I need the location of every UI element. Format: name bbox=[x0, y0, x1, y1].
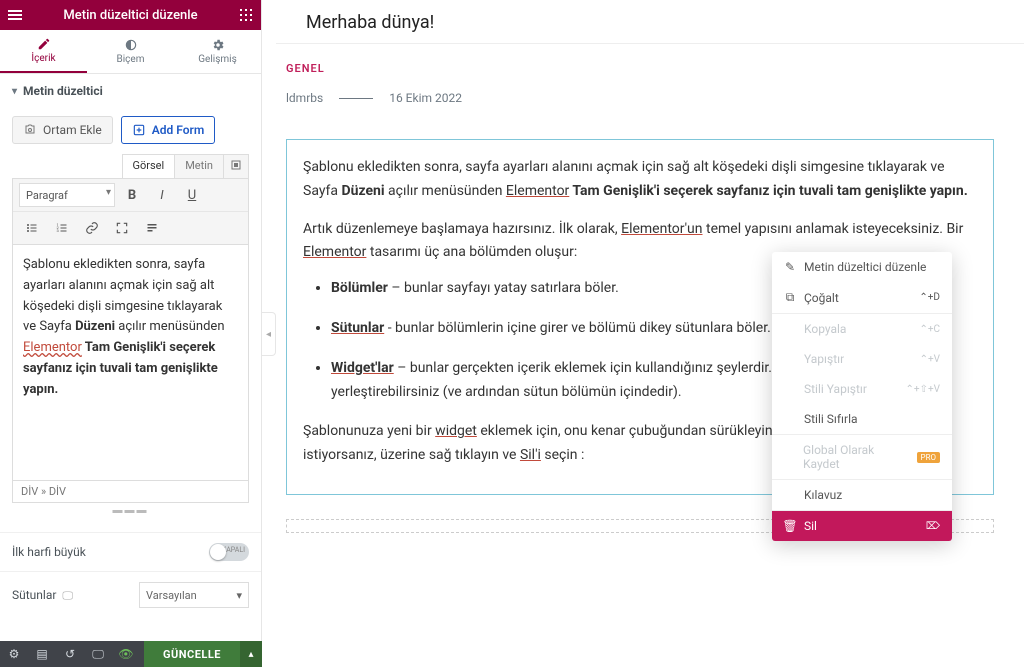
pro-badge: PRO bbox=[917, 452, 940, 463]
editor-tab-visual[interactable]: Görsel bbox=[122, 154, 176, 178]
divider bbox=[339, 98, 373, 99]
add-media-button[interactable]: Ortam Ekle bbox=[12, 116, 113, 144]
tab-advanced[interactable]: Gelişmiş bbox=[174, 30, 261, 73]
fullscreen-button[interactable] bbox=[109, 216, 135, 240]
editor-area: Ortam Ekle Add Form Görsel Metin Paragra… bbox=[0, 108, 261, 532]
wysiwyg-body[interactable]: Şablonu ekledikten sonra, sayfa ayarları… bbox=[12, 245, 249, 481]
ctx-edit[interactable]: ✎Metin düzeltici düzenle bbox=[772, 252, 952, 282]
ctx-global-save: Global Olarak KaydetPRO bbox=[772, 435, 952, 479]
responsive-icon[interactable]: 🖵 bbox=[84, 641, 112, 667]
post-category[interactable]: GENEL bbox=[286, 62, 994, 75]
toggle-knob bbox=[210, 544, 226, 560]
dropcap-toggle[interactable]: KAPALI bbox=[209, 543, 249, 561]
add-media-label: Ortam Ekle bbox=[43, 123, 102, 137]
columns-select[interactable]: Varsayılan▾ bbox=[139, 582, 249, 608]
link-button[interactable] bbox=[79, 216, 105, 240]
trash-icon: 🗑 bbox=[784, 519, 796, 533]
add-form-button[interactable]: Add Form bbox=[121, 116, 216, 144]
ctx-copy: Kopyala⌃+C bbox=[772, 314, 952, 344]
device-icon[interactable]: 🖵 bbox=[62, 589, 73, 602]
editor-mode-tabs: Görsel Metin bbox=[12, 154, 249, 179]
bold-button[interactable]: B bbox=[119, 183, 145, 207]
caret-down-icon: ▾ bbox=[12, 86, 17, 97]
panel-footer: ⚙ ▤ ↺ 🖵 👁 GÜNCELLE ▴ bbox=[0, 641, 262, 667]
chevron-down-icon: ▾ bbox=[236, 589, 242, 602]
underline-button[interactable]: U bbox=[179, 183, 205, 207]
panel-title: Metin düzeltici düzenle bbox=[30, 8, 231, 23]
history-icon[interactable]: ↺ bbox=[56, 641, 84, 667]
dropcap-label: İlk harfi büyük bbox=[12, 545, 86, 559]
settings-icon[interactable]: ⚙ bbox=[0, 641, 28, 667]
menu-icon[interactable] bbox=[0, 0, 30, 30]
panel-header: Metin düzeltici düzenle bbox=[0, 0, 261, 30]
preview-icon[interactable]: 👁 bbox=[112, 641, 140, 667]
post-author[interactable]: ldmrbs bbox=[286, 91, 323, 105]
ctx-navigator[interactable]: Kılavuz bbox=[772, 480, 952, 510]
context-menu: ✎Metin düzeltici düzenle ⧉Çoğalt⌃+D Kopy… bbox=[772, 252, 952, 541]
columns-label: Sütunlar bbox=[12, 588, 56, 602]
apps-icon[interactable] bbox=[231, 0, 261, 30]
editor-breadcrumb[interactable]: DİV » DİV bbox=[12, 481, 249, 503]
ctx-paste: Yapıştır⌃+V bbox=[772, 344, 952, 374]
ctx-paste-style: Stili Yapıştır⌃+⇧+V bbox=[772, 374, 952, 404]
columns-row: Sütunlar 🖵 Varsayılan▾ bbox=[0, 571, 261, 618]
tab-advanced-label: Gelişmiş bbox=[198, 54, 237, 65]
wysiwyg-toolbar: Paragraf B I U 123 bbox=[12, 179, 249, 245]
tab-style[interactable]: Biçem bbox=[87, 30, 174, 73]
tab-style-label: Biçem bbox=[117, 54, 145, 65]
navigator-icon[interactable]: ▤ bbox=[28, 641, 56, 667]
add-form-label: Add Form bbox=[152, 123, 205, 137]
italic-button[interactable]: I bbox=[149, 183, 175, 207]
collapse-handle[interactable]: ◂ bbox=[262, 312, 276, 356]
tab-content[interactable]: İçerik bbox=[0, 30, 87, 73]
numbered-list-button[interactable]: 123 bbox=[49, 216, 75, 240]
bulleted-list-button[interactable] bbox=[19, 216, 45, 240]
panel-tabs: İçerik Biçem Gelişmiş bbox=[0, 30, 261, 74]
delete-kb-icon: ⌦ bbox=[926, 521, 940, 532]
ctx-reset-style[interactable]: Stili Sıfırla bbox=[772, 404, 952, 434]
post-title: Merhaba dünya! bbox=[276, 0, 1024, 43]
resize-handle-icon[interactable]: ▬▬▬ bbox=[12, 503, 249, 522]
ctx-duplicate[interactable]: ⧉Çoğalt⌃+D bbox=[772, 282, 952, 313]
pencil-icon: ✎ bbox=[784, 260, 796, 274]
ctx-delete[interactable]: 🗑Sil⌦ bbox=[772, 511, 952, 541]
duplicate-icon: ⧉ bbox=[784, 290, 796, 305]
section-text-editor[interactable]: ▾ Metin düzeltici bbox=[0, 74, 261, 108]
editor-distraction-free-icon[interactable] bbox=[223, 154, 249, 178]
paragraph-select[interactable]: Paragraf bbox=[19, 183, 115, 207]
divider bbox=[276, 43, 1024, 44]
post-date: 16 Ekim 2022 bbox=[389, 91, 462, 105]
dropcap-row: İlk harfi büyük KAPALI bbox=[0, 532, 261, 571]
section-title: Metin düzeltici bbox=[23, 84, 103, 98]
tab-content-label: İçerik bbox=[31, 53, 55, 64]
update-more-button[interactable]: ▴ bbox=[240, 641, 262, 667]
editor-tab-text[interactable]: Metin bbox=[174, 154, 224, 178]
toolbar-toggle-button[interactable] bbox=[139, 216, 165, 240]
svg-text:3: 3 bbox=[57, 228, 59, 233]
editor-panel: Metin düzeltici düzenle İçerik Biçem Gel… bbox=[0, 0, 262, 667]
update-button[interactable]: GÜNCELLE bbox=[144, 641, 240, 667]
